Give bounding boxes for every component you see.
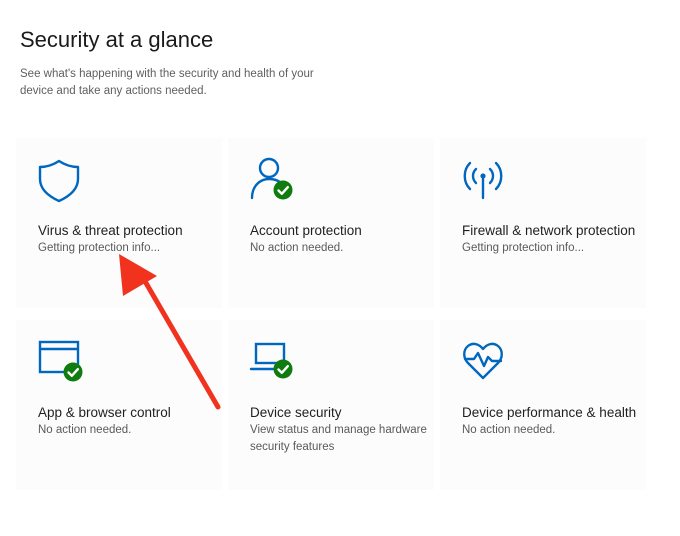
security-tiles-grid: Virus & threat protection Getting protec… bbox=[16, 138, 652, 490]
security-dashboard: Security at a glance See what's happenin… bbox=[0, 0, 680, 536]
page-subtitle: See what's happening with the security a… bbox=[20, 68, 314, 97]
shield-icon bbox=[38, 159, 80, 203]
tile-firewall-network-protection[interactable]: Firewall & network protection Getting pr… bbox=[440, 138, 646, 308]
check-badge-icon bbox=[273, 180, 293, 200]
network-antenna-icon bbox=[463, 161, 503, 200]
browser-window-icon bbox=[38, 340, 83, 382]
tile-status: No action needed. bbox=[38, 424, 132, 436]
tile-label: Virus & threat protection bbox=[38, 223, 183, 238]
heart-pulse-icon bbox=[463, 342, 503, 380]
check-badge-icon bbox=[273, 359, 293, 379]
tile-label: Account protection bbox=[250, 223, 362, 238]
tile-device-performance-health[interactable]: Device performance & health No action ne… bbox=[440, 320, 646, 490]
tile-app-browser-control[interactable]: App & browser control No action needed. bbox=[16, 320, 222, 490]
tile-label: Device performance & health bbox=[462, 405, 637, 420]
tile-device-security[interactable]: Device security View status and manage h… bbox=[228, 320, 434, 490]
tile-label: Firewall & network protection bbox=[462, 223, 636, 238]
check-badge-icon bbox=[63, 362, 83, 382]
tile-label: Device security bbox=[250, 405, 342, 420]
tile-status: Getting protection info... bbox=[462, 242, 585, 254]
tile-status: No action needed. bbox=[462, 424, 556, 436]
account-icon bbox=[250, 157, 293, 200]
tile-status: Getting protection info... bbox=[38, 242, 161, 254]
tile-status: View status and manage hardware security… bbox=[250, 424, 427, 453]
page-title: Security at a glance bbox=[20, 27, 214, 52]
tile-virus-threat-protection[interactable]: Virus & threat protection Getting protec… bbox=[16, 138, 222, 308]
tile-account-protection[interactable]: Account protection No action needed. bbox=[228, 138, 434, 308]
tile-status: No action needed. bbox=[250, 242, 344, 254]
tile-label: App & browser control bbox=[38, 405, 171, 420]
laptop-icon bbox=[249, 342, 293, 379]
